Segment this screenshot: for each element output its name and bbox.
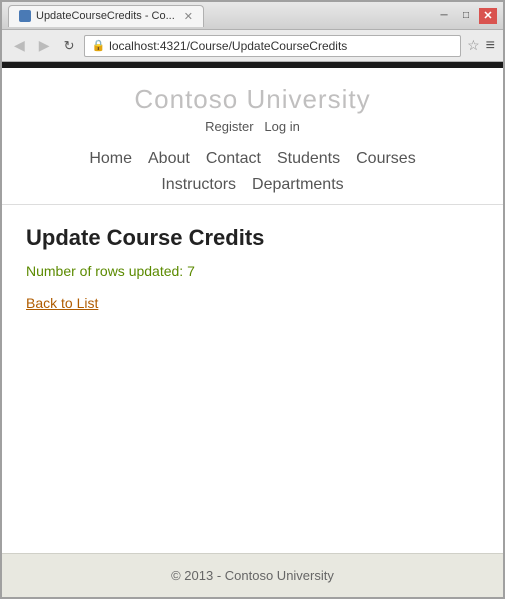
nav-departments[interactable]: Departments: [252, 176, 344, 194]
bookmark-icon[interactable]: ☆: [467, 37, 480, 54]
address-input[interactable]: 🔒 localhost:4321/Course/UpdateCourseCred…: [84, 35, 461, 57]
nav-home[interactable]: Home: [89, 150, 132, 168]
page-content: Contoso University Register Log in Home …: [2, 68, 503, 597]
main-content: Update Course Credits Number of rows upd…: [2, 205, 503, 553]
footer-copyright: © 2013 - Contoso University: [171, 568, 334, 583]
window-controls: ─ □ ✕: [435, 8, 497, 24]
url-text: localhost:4321/Course/UpdateCourseCredit…: [109, 39, 454, 53]
browser-tab[interactable]: UpdateCourseCredits - Co... ✕: [8, 5, 204, 27]
site-header: Contoso University Register Log in Home …: [2, 68, 503, 205]
nav-row-2: Instructors Departments: [2, 176, 503, 204]
close-button[interactable]: ✕: [479, 8, 497, 24]
address-bar: ◀ ▶ ↻ 🔒 localhost:4321/Course/UpdateCour…: [2, 30, 503, 62]
tab-close-icon[interactable]: ✕: [184, 10, 193, 23]
nav-courses[interactable]: Courses: [356, 150, 416, 168]
lock-icon: 🔒: [91, 39, 105, 52]
nav-row-1: Home About Contact Students Courses: [2, 142, 503, 176]
title-bar: UpdateCourseCredits - Co... ✕ ─ □ ✕: [2, 2, 503, 30]
menu-icon[interactable]: ≡: [486, 37, 495, 55]
title-bar-left: UpdateCourseCredits - Co... ✕: [8, 5, 204, 27]
site-footer: © 2013 - Contoso University: [2, 553, 503, 597]
back-button[interactable]: ◀: [10, 35, 29, 56]
tab-favicon: [19, 10, 31, 22]
reload-button[interactable]: ↻: [60, 36, 79, 56]
nav-contact[interactable]: Contact: [206, 150, 261, 168]
minimize-button[interactable]: ─: [435, 8, 453, 24]
login-link[interactable]: Log in: [264, 119, 299, 134]
site-title: Contoso University: [2, 84, 503, 115]
back-to-list-link[interactable]: Back to List: [26, 295, 98, 311]
maximize-button[interactable]: □: [457, 8, 475, 24]
page-title: Update Course Credits: [26, 225, 479, 251]
nav-instructors[interactable]: Instructors: [161, 176, 236, 194]
tab-title: UpdateCourseCredits - Co...: [36, 10, 175, 22]
forward-button[interactable]: ▶: [35, 35, 54, 56]
auth-links: Register Log in: [2, 119, 503, 134]
register-link[interactable]: Register: [205, 119, 253, 134]
nav-students[interactable]: Students: [277, 150, 340, 168]
rows-updated-message: Number of rows updated: 7: [26, 263, 479, 279]
browser-window: UpdateCourseCredits - Co... ✕ ─ □ ✕ ◀ ▶ …: [0, 0, 505, 599]
nav-about[interactable]: About: [148, 150, 190, 168]
